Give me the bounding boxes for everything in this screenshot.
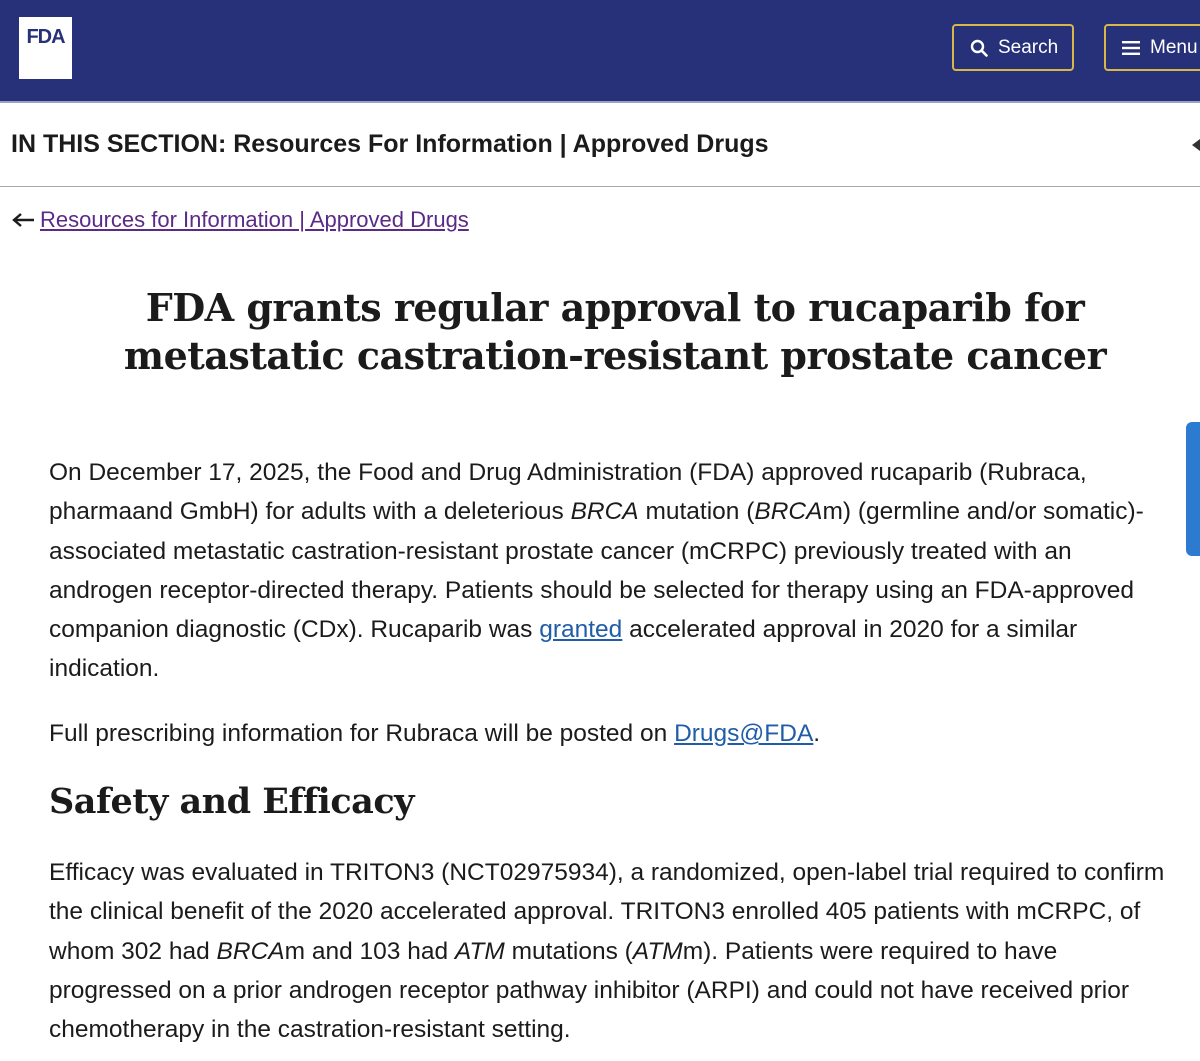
menu-button[interactable]: Menu <box>1104 24 1200 71</box>
article-paragraph-1: On December 17, 2025, the Food and Drug … <box>49 459 1144 683</box>
article-paragraph-3: Efficacy was evaluated in TRITON3 (NCT02… <box>49 859 1165 1044</box>
fda-logo[interactable]: FDA <box>19 17 72 79</box>
back-link[interactable]: Resources for Information | Approved Dru… <box>12 207 469 233</box>
site-header: FDA Search Menu <box>0 0 1200 103</box>
section-nav-toggle[interactable]: IN THIS SECTION: Resources For Informati… <box>0 105 1200 187</box>
logo-text: FDA <box>26 26 65 48</box>
menu-button-label: Menu <box>1150 36 1198 58</box>
back-link-text[interactable]: Resources for Information | Approved Dru… <box>40 207 469 233</box>
drugs-at-fda-link[interactable]: Drugs@FDA <box>674 720 813 747</box>
search-icon <box>970 39 988 57</box>
page-title: FDA grants regular approval to rucaparib… <box>123 285 1107 378</box>
section-heading: Safety and Efficacy <box>49 781 414 822</box>
search-button-label: Search <box>998 36 1059 58</box>
section-label: IN THIS SECTION: Resources For Informati… <box>11 130 769 158</box>
caret-left-icon <box>1192 139 1200 151</box>
hamburger-icon <box>1122 40 1140 55</box>
feedback-tab[interactable] <box>1186 422 1200 556</box>
arrow-left-icon <box>12 213 34 227</box>
granted-link[interactable]: granted <box>539 616 622 643</box>
article-paragraph-2: Full prescribing information for Rubraca… <box>49 720 821 747</box>
search-button[interactable]: Search <box>952 24 1074 71</box>
